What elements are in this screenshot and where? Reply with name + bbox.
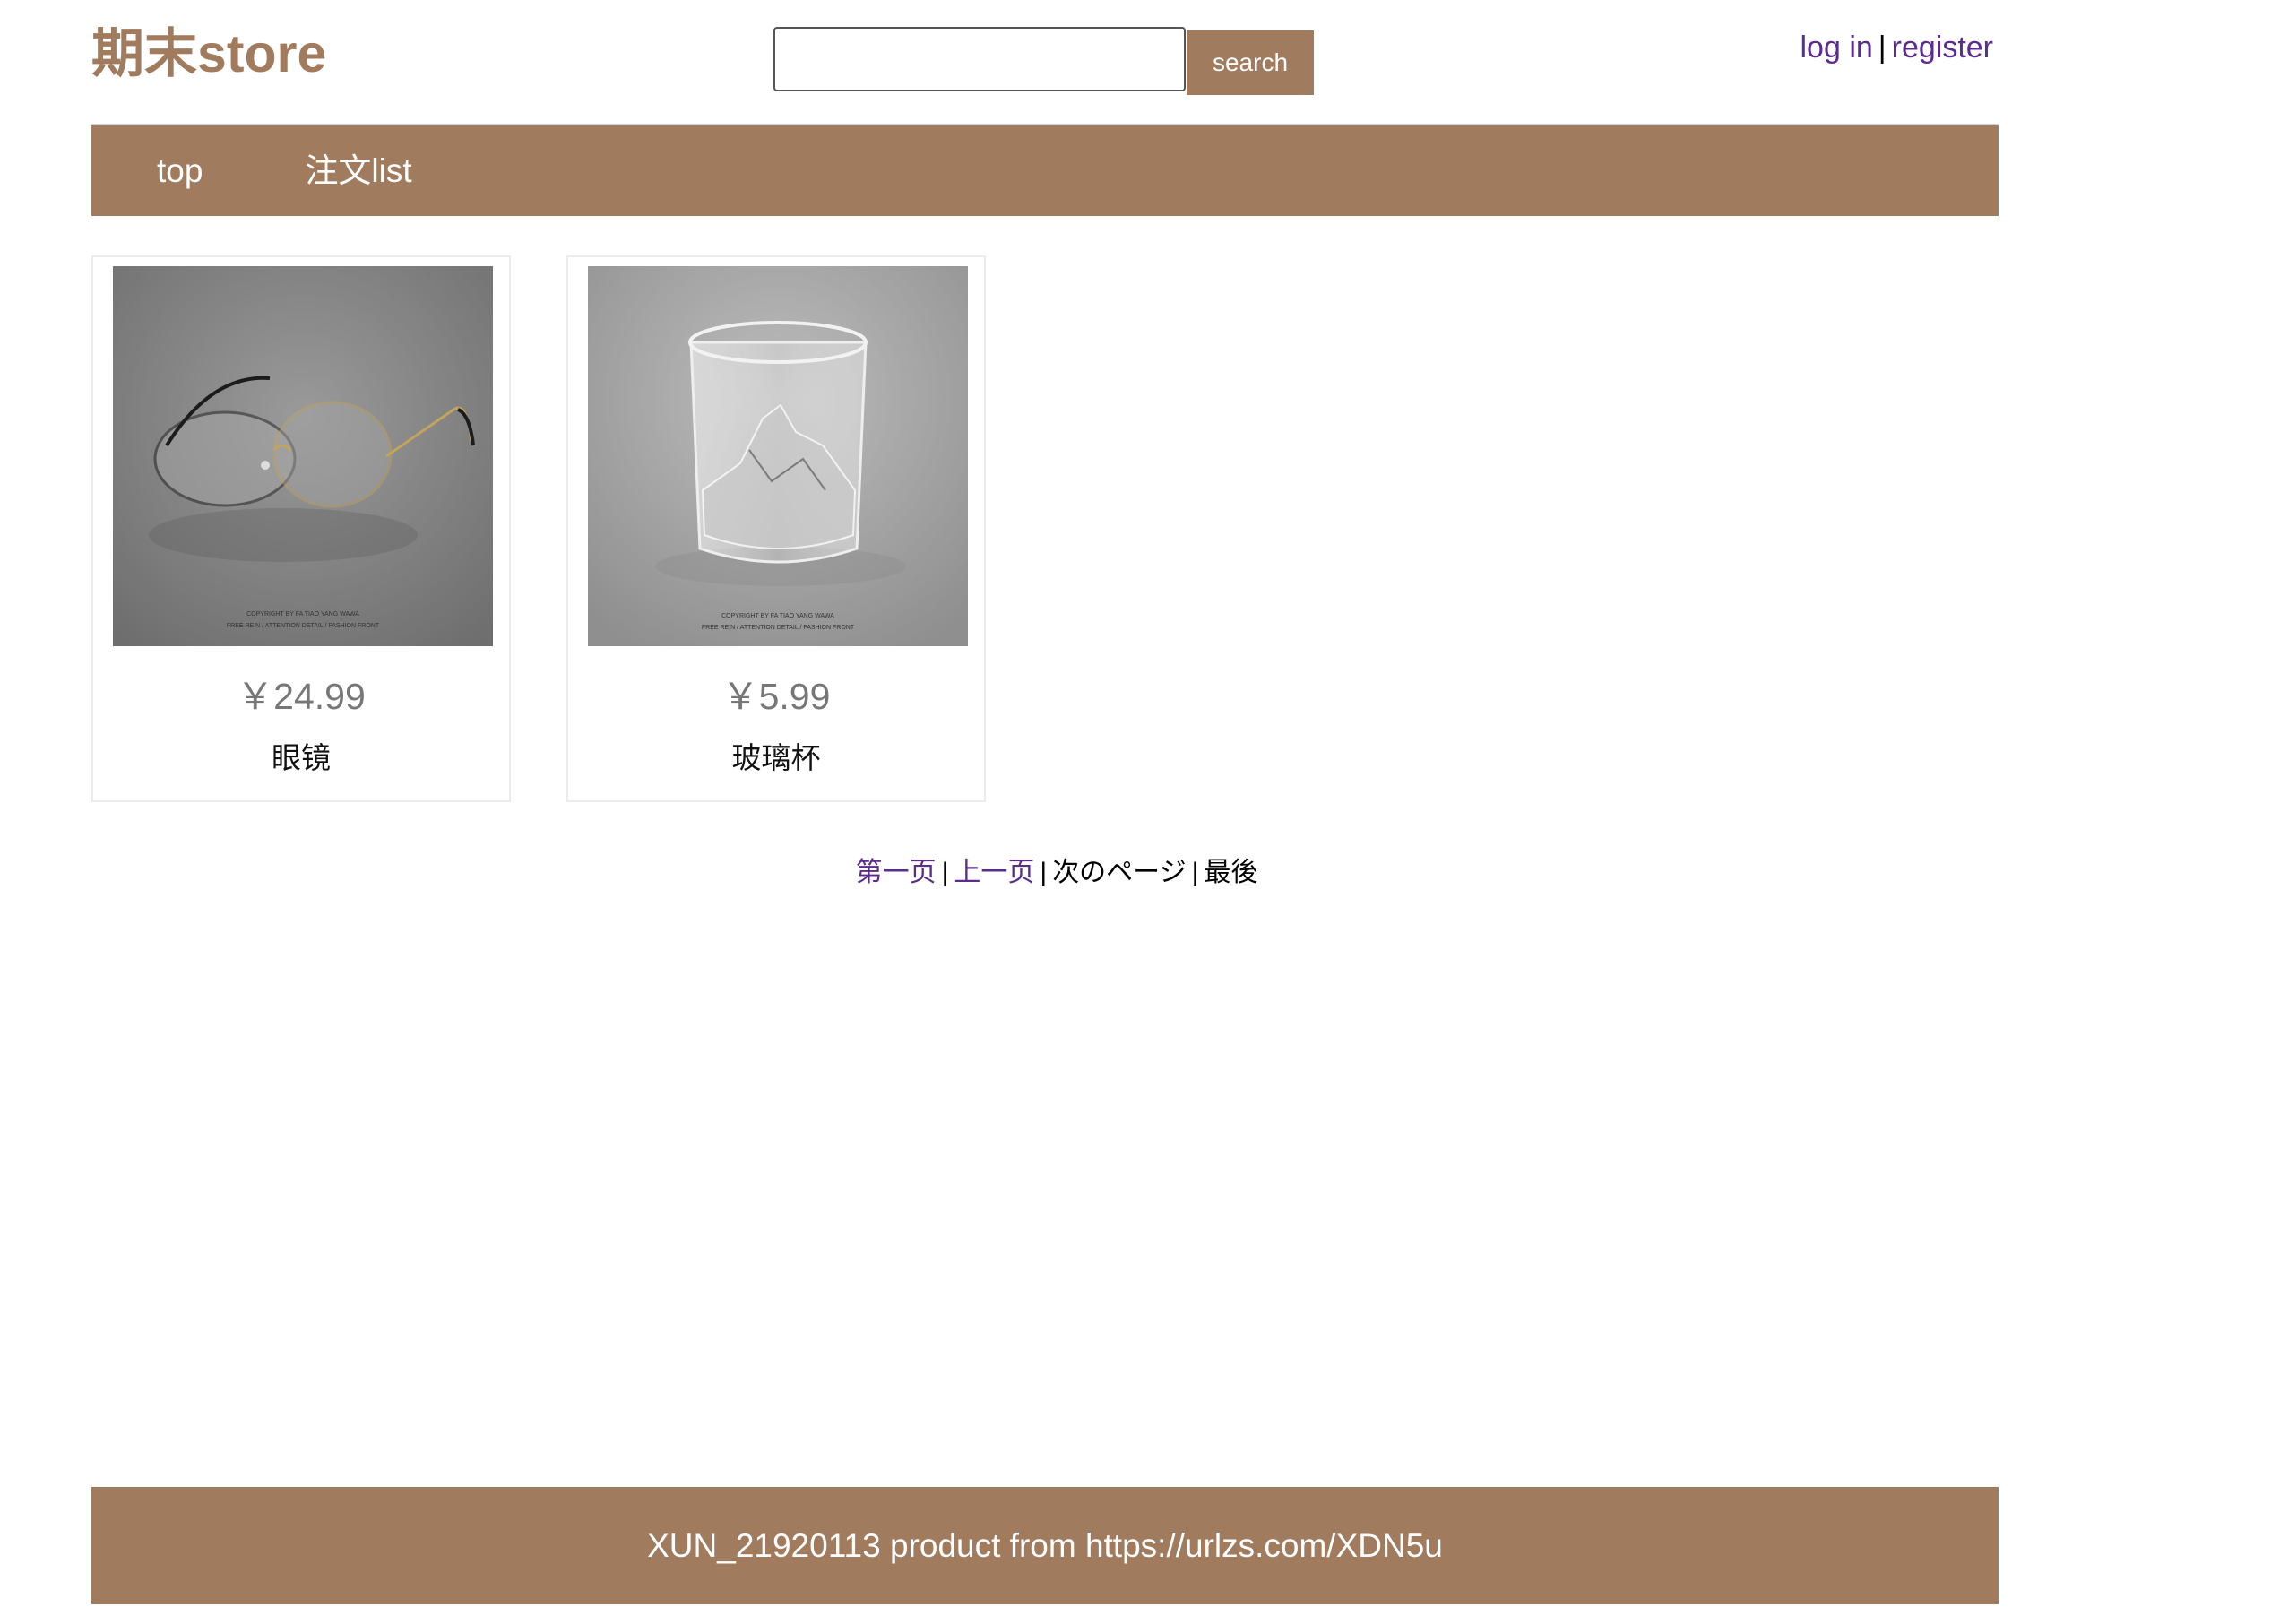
product-card[interactable]: COPYRIGHT BY FA TIAO YANG WAWA FREE REIN… — [566, 255, 986, 802]
pagination-prev[interactable]: 上一页 — [954, 858, 1034, 887]
glass-cup-image[interactable]: COPYRIGHT BY FA TIAO YANG WAWA FREE REIN… — [588, 266, 968, 646]
image-caption: FREE REIN / ATTENTION DETAIL / FASHION F… — [227, 623, 380, 629]
register-link[interactable]: register — [1892, 30, 1993, 65]
pagination-separator: | — [1040, 858, 1048, 887]
page-container: 期末store search log in | register top 注文lis… — [91, 0, 1999, 1604]
auth-separator: | — [1878, 30, 1887, 65]
auth-links: log in | register — [1800, 25, 1994, 70]
search-button[interactable]: search — [1187, 30, 1314, 95]
site-logo[interactable]: 期末store — [91, 18, 326, 90]
image-caption: COPYRIGHT BY FA TIAO YANG WAWA — [721, 613, 834, 619]
product-grid: COPYRIGHT BY FA TIAO YANG WAWA FREE REIN… — [91, 216, 1999, 808]
site-footer: XUN_21920113 product from https://urlzs.… — [91, 1487, 1999, 1604]
product-price: ￥24.99 — [237, 676, 366, 717]
search-input[interactable] — [773, 27, 1186, 91]
image-caption: FREE REIN / ATTENTION DETAIL / FASHION F… — [702, 625, 855, 631]
pagination-separator: | — [1191, 858, 1199, 887]
site-header: 期末store search log in | register — [91, 0, 1999, 125]
product-price: ￥5.99 — [721, 676, 831, 717]
image-caption: COPYRIGHT BY FA TIAO YANG WAWA — [246, 611, 359, 618]
nav-item-top[interactable]: top — [157, 125, 203, 216]
pagination-separator: | — [941, 858, 949, 887]
product-card[interactable]: COPYRIGHT BY FA TIAO YANG WAWA FREE REIN… — [91, 255, 511, 802]
glasses-image[interactable]: COPYRIGHT BY FA TIAO YANG WAWA FREE REIN… — [113, 266, 493, 646]
pagination: 第一页 | 上一页 | 次のページ | 最後 — [91, 850, 1999, 889]
footer-text: XUN_21920113 product from https://urlzs.… — [647, 1526, 1443, 1564]
pagination-last[interactable]: 最後 — [1204, 858, 1257, 887]
nav-item-order-list[interactable]: 注文list — [305, 125, 411, 216]
product-name[interactable]: 玻璃杯 — [568, 734, 984, 777]
login-link[interactable]: log in — [1800, 30, 1873, 65]
pagination-first[interactable]: 第一页 — [856, 858, 937, 887]
pagination-next[interactable]: 次のページ — [1052, 858, 1186, 887]
main-nav: top 注文list — [91, 125, 1999, 216]
product-name[interactable]: 眼镜 — [93, 734, 509, 777]
